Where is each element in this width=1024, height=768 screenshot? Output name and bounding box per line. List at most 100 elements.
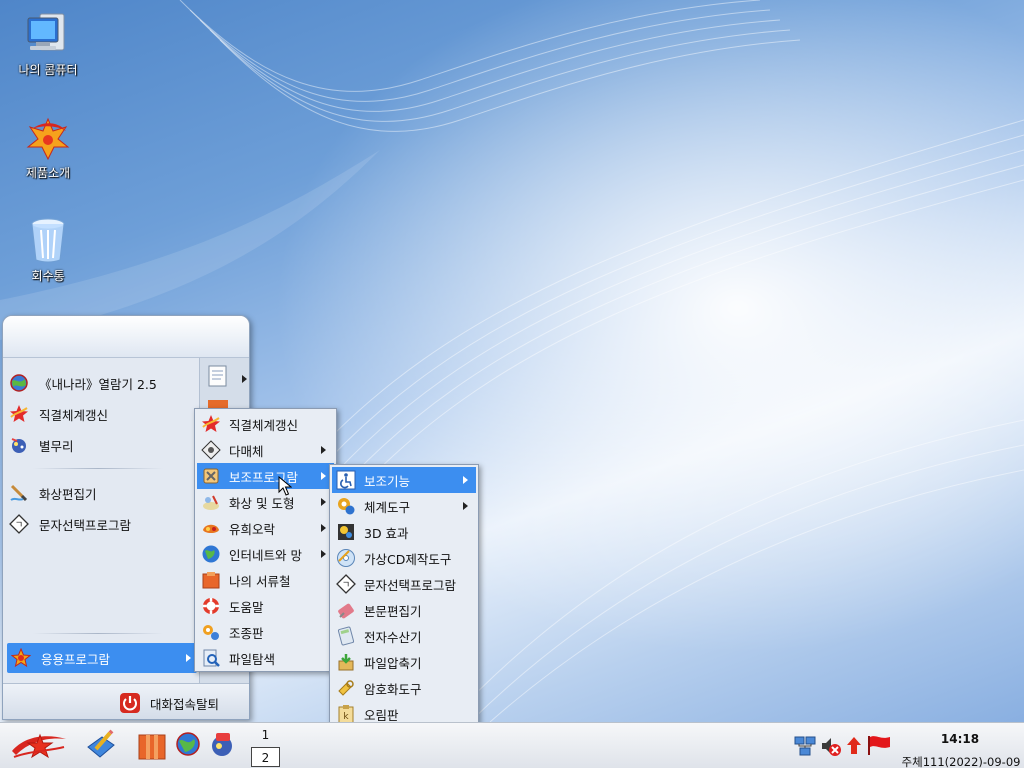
acc-item-system-tools[interactable]: 체계도구 bbox=[332, 493, 476, 519]
acc-item-label: 3D 효과 bbox=[364, 525, 409, 541]
apps-item-help[interactable]: 도움말 bbox=[197, 593, 334, 619]
apps-item-games[interactable]: 유희오락 bbox=[197, 515, 334, 541]
tray-flag[interactable] bbox=[866, 734, 892, 759]
document-icon bbox=[208, 365, 227, 387]
taskbar-launcher-documents[interactable] bbox=[136, 729, 168, 764]
desktop-icon-label: 나의 콤퓨터 bbox=[18, 63, 78, 77]
archiver-icon bbox=[338, 654, 354, 671]
apps-item-label: 화상 및 도형 bbox=[229, 495, 295, 511]
acc-item-virtual-cd[interactable]: 가상CD제작도구 bbox=[332, 545, 476, 571]
volume-muted-icon bbox=[822, 738, 841, 756]
start-menu-footer: 대화접속탈퇴 bbox=[3, 683, 249, 719]
acc-item-char-select[interactable]: ㄱ 문자선택프로그람 bbox=[332, 571, 476, 597]
logout-button[interactable]: 대화접속탈퇴 bbox=[119, 690, 219, 716]
acc-item-calculator[interactable]: 전자수산기 bbox=[332, 623, 476, 649]
apps-item-accessories[interactable]: 보조프로그람 bbox=[197, 463, 334, 489]
apps-item-internet[interactable]: 인터네트와 망 bbox=[197, 541, 334, 567]
start-item-applications[interactable]: 응용프로그람 bbox=[7, 643, 197, 673]
desktop-icon-recycle-bin[interactable]: 회수통 bbox=[6, 216, 90, 284]
star-update-icon bbox=[202, 415, 220, 432]
taskbar-launcher-browser[interactable] bbox=[175, 729, 201, 762]
accessories-menu: 보조기능 체계도구 3D 효과 가상CD제작도구 ㄱ 문자선택프로그람 본문편집… bbox=[329, 464, 479, 726]
help-icon bbox=[203, 598, 219, 614]
documents-icon bbox=[202, 572, 220, 589]
acc-item-label: 보조기능 bbox=[364, 473, 411, 489]
taskbar-launcher-media[interactable] bbox=[208, 729, 236, 762]
tray-network[interactable] bbox=[794, 735, 816, 760]
apps-item-label: 다매체 bbox=[229, 443, 264, 459]
start-item-star-cluster[interactable]: 별무리 bbox=[9, 432, 197, 458]
acc-item-archiver[interactable]: 파일압축기 bbox=[332, 649, 476, 675]
workspace-2[interactable]: 2 bbox=[251, 747, 280, 767]
update-arrow-icon bbox=[847, 737, 861, 754]
3d-effect-icon bbox=[338, 524, 354, 540]
network-icon bbox=[794, 736, 816, 756]
apps-item-update[interactable]: 직결체계갱신 bbox=[197, 411, 334, 437]
start-item-label: 직결체계갱신 bbox=[39, 407, 109, 423]
start-item-char-select[interactable]: ㄱ 문자선택프로그람 bbox=[9, 511, 197, 537]
start-item-image-editor[interactable]: 화상편집기 bbox=[9, 480, 197, 506]
recycle-bin-icon bbox=[31, 218, 65, 263]
start-menu-items: 《내나라》열람기 2.5 직결체계갱신 별무리 화상편집기 ㄱ 문자선택프로그람… bbox=[3, 358, 199, 683]
taskbar-launcher-editor[interactable] bbox=[84, 729, 118, 764]
file-search-icon bbox=[203, 649, 220, 667]
submenu-arrow-icon bbox=[321, 446, 326, 454]
encryption-icon bbox=[338, 680, 354, 696]
acc-item-accessibility[interactable]: 보조기능 bbox=[332, 467, 476, 493]
apps-item-control-panel[interactable]: 조종판 bbox=[197, 619, 334, 645]
start-item-label: 문자선택프로그람 bbox=[39, 517, 132, 533]
submenu-arrow-icon bbox=[463, 502, 468, 510]
calculator-icon bbox=[337, 626, 355, 646]
apps-item-label: 보조프로그람 bbox=[229, 469, 299, 485]
desktop-icon-label: 회수통 bbox=[31, 269, 65, 283]
acc-item-text-editor[interactable]: 본문편집기 bbox=[332, 597, 476, 623]
apps-item-file-search[interactable]: 파일탐색 bbox=[197, 645, 334, 671]
taskbar: 1 2 14:18 주체111(2022)-09-09 bbox=[0, 722, 1024, 768]
submenu-arrow-icon bbox=[186, 654, 191, 662]
text-editor-icon bbox=[338, 603, 354, 619]
clock-time[interactable]: 14:18 bbox=[930, 732, 990, 746]
desktop-icon-computer[interactable]: 나의 콤퓨터 bbox=[6, 12, 90, 78]
apps-item-label: 나의 서류철 bbox=[229, 573, 291, 589]
power-icon bbox=[120, 693, 140, 713]
apps-item-multimedia[interactable]: 다매체 bbox=[197, 437, 334, 463]
desktop-icon-label: 제품소개 bbox=[25, 166, 71, 180]
acc-item-label: 가상CD제작도구 bbox=[364, 551, 452, 567]
start-item-label: 응용프로그람 bbox=[41, 651, 111, 667]
workspace-1[interactable]: 1 bbox=[251, 725, 280, 745]
virtual-cd-icon bbox=[337, 549, 355, 567]
submenu-arrow-icon bbox=[242, 375, 247, 383]
start-item-update[interactable]: 직결체계갱신 bbox=[9, 401, 197, 427]
start-item-label: 별무리 bbox=[39, 438, 74, 454]
start-button[interactable] bbox=[10, 729, 68, 766]
tray-volume[interactable] bbox=[820, 735, 842, 760]
acc-item-encryption[interactable]: 암호화도구 bbox=[332, 675, 476, 701]
applications-menu: 직결체계갱신 다매체 보조프로그람 화상 및 도형 유희오락 인터네트와 망 나… bbox=[194, 408, 337, 672]
document-pen-icon bbox=[87, 729, 115, 758]
start-menu-separator bbox=[33, 633, 163, 634]
start-item-browser[interactable]: 《내나라》열람기 2.5 bbox=[9, 370, 197, 396]
apps-item-graphics[interactable]: 화상 및 도형 bbox=[197, 489, 334, 515]
desktop-icon-product-intro[interactable]: 제품소개 bbox=[6, 115, 90, 181]
accessibility-icon bbox=[336, 470, 356, 490]
submenu-arrow-icon bbox=[321, 524, 326, 532]
acc-item-label: 문자선택프로그람 bbox=[364, 577, 457, 593]
svg-text:k: k bbox=[343, 712, 349, 722]
tray-update[interactable] bbox=[846, 736, 862, 759]
start-item-label: 《내나라》열람기 2.5 bbox=[39, 376, 157, 392]
media-player-icon bbox=[212, 733, 232, 756]
acc-item-label: 파일압축기 bbox=[364, 655, 422, 671]
start-menu-header bbox=[3, 316, 249, 358]
acc-item-3d-effect[interactable]: 3D 효과 bbox=[332, 519, 476, 545]
acc-item-label: 전자수산기 bbox=[364, 629, 422, 645]
start-menu-separator bbox=[33, 468, 163, 469]
acc-item-label: 체계도구 bbox=[364, 499, 411, 515]
red-flag-icon bbox=[868, 736, 890, 755]
image-editor-icon bbox=[10, 484, 28, 502]
star-update-icon bbox=[10, 405, 28, 422]
submenu-arrow-icon bbox=[321, 550, 326, 558]
control-panel-icon bbox=[203, 625, 219, 640]
apps-item-documents[interactable]: 나의 서류철 bbox=[197, 567, 334, 593]
internet-icon bbox=[202, 545, 220, 563]
clock-date: 주체111(2022)-09-09 bbox=[901, 755, 1021, 768]
